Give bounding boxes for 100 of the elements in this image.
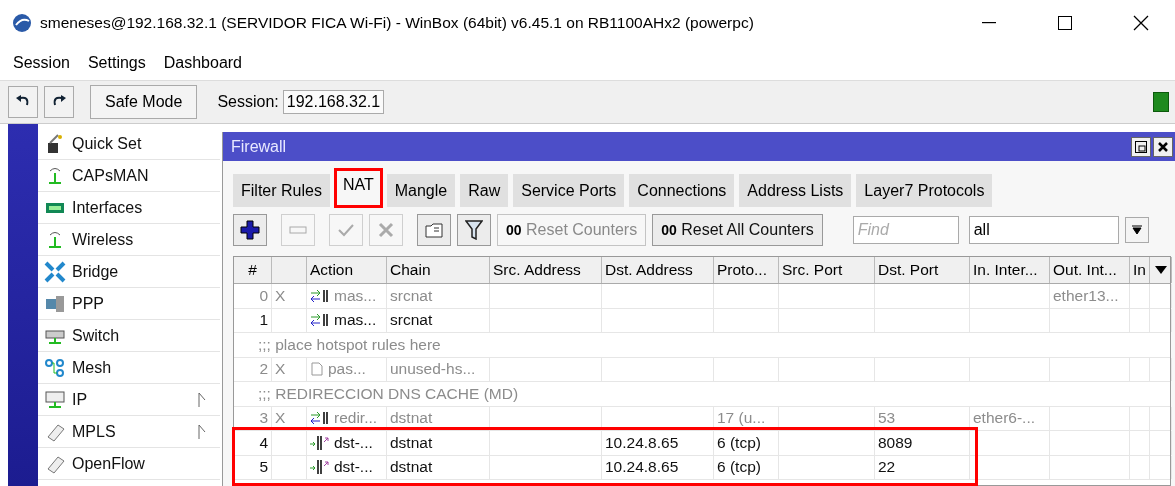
sidebar-item[interactable]: Wireless (38, 224, 220, 256)
column-header[interactable]: # (234, 257, 272, 283)
close-icon (1133, 15, 1149, 31)
rule-row[interactable]: 4 dst-... dstnat 10.24.8.65 6 (tcp) 8089 (234, 431, 1170, 456)
safe-mode-button[interactable]: Safe Mode (90, 85, 198, 119)
table-cell: 22 (878, 458, 896, 477)
tab[interactable]: Connections (629, 174, 735, 207)
table-cell: dstnat (390, 458, 433, 477)
sidebar-item[interactable]: CAPsMAN (38, 160, 220, 192)
tab[interactable]: Raw (460, 174, 509, 207)
sidebar-item[interactable]: Bridge (38, 256, 220, 288)
table-cell: 8089 (878, 433, 913, 452)
undo-button[interactable] (8, 86, 38, 118)
check-icon (337, 222, 355, 238)
menu-item[interactable]: Session (13, 54, 70, 72)
column-header[interactable]: Dst. Port (875, 257, 970, 283)
sidebar-item[interactable]: Quick Set (38, 128, 220, 160)
tab[interactable]: Address Lists (739, 174, 852, 207)
table-cell: dst-... (334, 433, 373, 452)
table-cell: 10.24.8.65 (605, 458, 679, 477)
redo-button[interactable] (44, 86, 74, 118)
rule-row[interactable]: 1 mas... srcnat (234, 308, 1170, 333)
tab[interactable]: Layer7 Protocols (856, 174, 993, 207)
arrow-bars-icon (310, 460, 330, 475)
note-icon (425, 222, 443, 238)
close-icon (1157, 140, 1169, 153)
sidebar-item[interactable]: IP (38, 384, 220, 416)
column-header[interactable]: Action (307, 257, 387, 283)
table-cell: 53 (878, 409, 896, 428)
session-field[interactable]: 192.168.32.1 (282, 90, 385, 114)
minimize-icon (982, 22, 996, 24)
dropdown-icon (1131, 225, 1142, 235)
status-indicator (1153, 92, 1169, 112)
table-cell: 17 (u... (717, 409, 766, 428)
maximize-icon (1058, 16, 1072, 30)
sidebar-item[interactable]: PPP (38, 288, 220, 320)
tab[interactable]: NAT (334, 169, 382, 207)
app-logo-icon (12, 13, 32, 33)
column-header[interactable]: Src. Port (779, 257, 875, 283)
table-cell: 4 (259, 433, 268, 452)
window-title: smeneses@192.168.32.1 (SERVIDOR FICA Wi-Fi) - WinBox (64bit) v6.45.1 on RB1100AHx2 (powerpc) (40, 14, 755, 32)
filter-button[interactable] (457, 214, 491, 246)
table-cell: pas... (328, 360, 366, 379)
filter-icon (465, 220, 483, 240)
table-cell: dstnat (390, 409, 433, 428)
column-header[interactable]: Dst. Address (602, 257, 714, 283)
table-cell: dstnat (390, 433, 433, 452)
column-header[interactable]: In. Inter... (970, 257, 1050, 283)
column-header[interactable]: Chain (387, 257, 490, 283)
column-header[interactable]: Src. Address (490, 257, 602, 283)
table-cell: X (275, 409, 286, 428)
comment-text: ;;; place hotspot rules here (258, 335, 441, 354)
column-header[interactable]: Proto... (714, 257, 779, 283)
restore-button[interactable] (1131, 136, 1151, 157)
cross-icon (378, 222, 394, 238)
caret-icon (1154, 266, 1167, 274)
sidebar-item[interactable]: MPLS (38, 416, 220, 448)
rule-row[interactable]: 5 dst-... dstnat 10.24.8.65 6 (tcp) 22 (234, 455, 1170, 480)
table-cell: redir... (334, 409, 378, 428)
arrows-icon (310, 289, 330, 302)
column-header[interactable]: Out. Int... (1050, 257, 1130, 283)
tab[interactable]: Service Ports (513, 174, 625, 207)
table-cell: srcnat (390, 311, 433, 330)
table-cell: ether13... (1053, 286, 1119, 305)
tab[interactable]: Filter Rules (233, 174, 330, 207)
table-cell: dst-... (334, 458, 373, 477)
reset-counters-button[interactable]: 00 Reset All Counters (652, 214, 823, 246)
sidebar-item[interactable]: Switch (38, 320, 220, 352)
add-button[interactable] (233, 214, 267, 246)
table-cell: X (275, 360, 286, 379)
sidebar-item[interactable]: OpenFlow (38, 448, 220, 480)
column-header[interactable]: In (1130, 257, 1150, 283)
filter-select[interactable]: all (968, 216, 1119, 244)
session-label: Session: (217, 93, 279, 111)
plus-icon (240, 220, 260, 240)
table-cell: mas... (334, 311, 377, 330)
close-button[interactable] (1153, 136, 1173, 157)
table-cell: X (275, 286, 286, 305)
menu-item[interactable]: Dashboard (163, 54, 242, 72)
sidebar-item[interactable]: Mesh (38, 352, 220, 384)
page-icon (310, 362, 324, 377)
find-field[interactable]: Find (852, 216, 959, 244)
table-cell: unused-hs... (390, 360, 476, 379)
table-cell: 10.24.8.65 (605, 433, 679, 452)
comment-button[interactable] (417, 214, 451, 246)
arrows-icon (310, 412, 330, 425)
arrow-bars-icon (310, 435, 330, 450)
minus-icon (289, 225, 307, 235)
sidebar-item[interactable]: Interfaces (38, 192, 220, 224)
table-cell: ether6-... (973, 409, 1036, 428)
table-cell: mas... (334, 286, 377, 305)
table-cell: 2 (259, 360, 268, 379)
table-cell: 5 (259, 458, 268, 477)
tab[interactable]: Mangle (386, 174, 456, 207)
table-cell: srcnat (390, 286, 433, 305)
table-cell: 3 (259, 409, 268, 428)
menu-item[interactable]: Settings (87, 54, 146, 72)
window-title: Firewall (231, 137, 288, 156)
table-cell: 0 (259, 286, 268, 305)
dropdown-button[interactable] (1124, 217, 1149, 243)
